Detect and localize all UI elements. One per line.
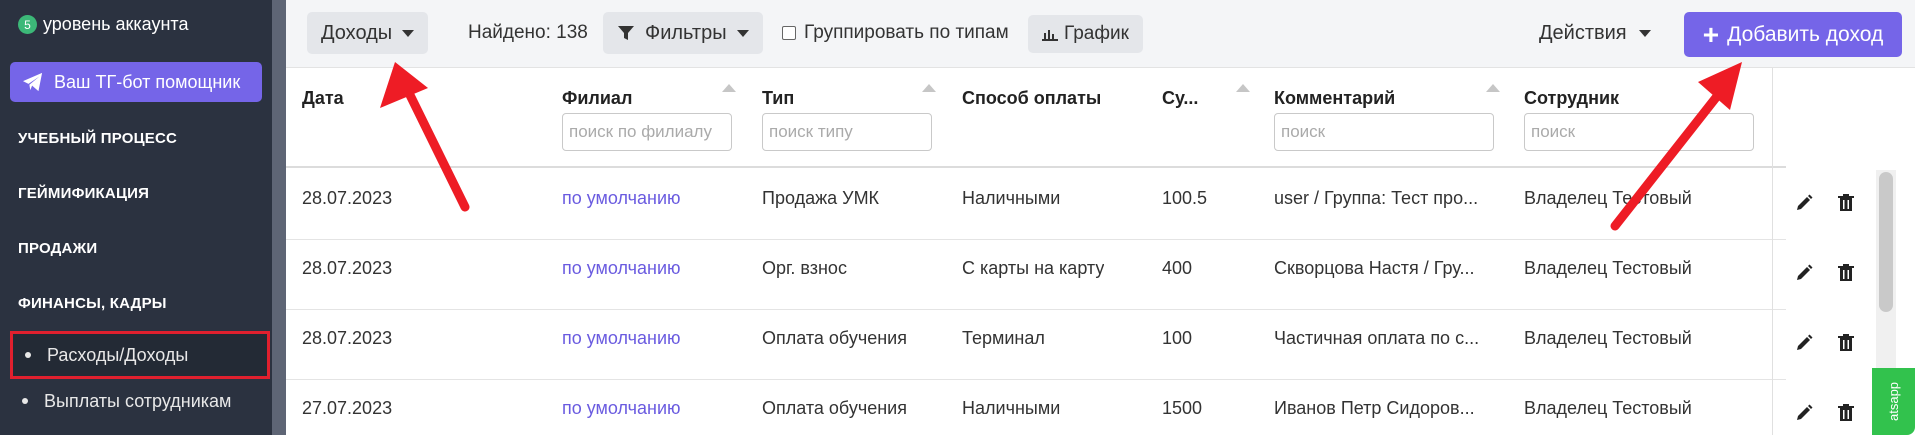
cell-date: 27.07.2023 [302,398,393,418]
cell-comment: Частичная оплата по с... [1274,328,1480,348]
branch-search-input[interactable] [562,113,732,151]
caret-down-icon [1638,30,1651,37]
caret-down-icon [736,29,749,37]
table-row[interactable]: 27.07.2023 по умолчанию Оплата обучения … [286,380,1786,435]
cell-employee: Владелец Тестовый [1524,258,1692,278]
column-type[interactable]: Тип [762,88,794,109]
account-level-label: уровень аккаунта [43,14,189,34]
filters-label: Фильтры [645,21,727,44]
cell-payment: С карты на карту [962,258,1105,278]
sidebar-section-finance[interactable]: ФИНАНСЫ, КАДРЫ [18,295,167,312]
employee-search-input[interactable] [1524,113,1754,151]
whatsapp-tab-label: atsapp [1886,381,1901,422]
cell-comment: Иванов Петр Сидоров... [1274,398,1475,418]
cell-employee: Владелец Тестовый [1524,398,1692,418]
cell-date: 28.07.2023 [302,188,393,208]
bar-chart-icon [1042,30,1058,41]
cell-type: Оплата обучения [762,328,907,348]
cell-sum: 100 [1162,328,1193,348]
trash-icon[interactable] [1836,193,1856,213]
column-sum[interactable]: Су... [1162,88,1198,109]
group-label: Группировать по типам [804,22,1009,43]
trash-icon[interactable] [1836,403,1856,423]
funnel-icon [618,26,634,40]
actions-dropdown[interactable]: Действия [1539,22,1651,45]
cell-branch-link[interactable]: по умолчанию [562,258,681,279]
table-scrollbar-thumb[interactable] [1879,172,1893,312]
cell-sum: 1500 [1162,398,1203,418]
type-select-label: Доходы [321,21,393,44]
chart-button[interactable]: График [1028,15,1143,53]
cell-type: Орг. взнос [762,258,847,278]
column-date[interactable]: Дата [302,88,344,109]
cell-date: 28.07.2023 [302,328,393,348]
pencil-icon[interactable] [1794,403,1814,423]
sidebar-section-learning[interactable]: УЧЕБНЫЙ ПРОЦЕСС [18,130,177,147]
type-search-input[interactable] [762,113,932,151]
trash-icon[interactable] [1836,263,1856,283]
sidebar-item-label: Расходы/Доходы [47,344,189,365]
group-by-type[interactable]: Группировать по типам [782,22,1009,44]
column-branch[interactable]: Филиал [562,88,632,109]
column-employee[interactable]: Сотрудник [1524,88,1619,109]
table-row[interactable]: 28.07.2023 по умолчанию Продажа УМК Нали… [286,170,1786,240]
sidebar-section-sales[interactable]: ПРОДАЖИ [18,240,97,257]
filters-button[interactable]: Фильтры [603,12,763,54]
trash-icon[interactable] [1836,333,1856,353]
cell-branch-link[interactable]: по умолчанию [562,398,681,419]
cell-branch-link[interactable]: по умолчанию [562,188,681,209]
column-payment[interactable]: Способ оплаты [962,88,1101,109]
sidebar-item-employee-payouts[interactable]: Выплаты сотрудникам [10,377,270,425]
telegram-icon [23,72,43,92]
sidebar-section-gamification[interactable]: ГЕЙМИФИКАЦИЯ [18,185,149,202]
toolbar: Доходы Найдено: 138 Фильтры Группировать… [286,0,1915,68]
sidebar: 5 уровень аккаунта Ваш ТГ-бот помощник У… [0,0,272,435]
whatsapp-tab[interactable]: atsapp [1872,368,1915,435]
tg-bot-button[interactable]: Ваш ТГ-бот помощник [10,62,262,102]
cell-type: Продажа УМК [762,188,880,208]
cell-comment: user / Группа: Тест про... [1274,188,1479,208]
chart-label: График [1064,23,1129,44]
type-select-dropdown[interactable]: Доходы [307,12,429,54]
caret-down-icon [402,29,415,37]
sort-arrow-icon[interactable] [922,84,936,92]
column-comment[interactable]: Комментарий [1274,88,1395,109]
actions-column-divider [1772,68,1773,435]
cell-sum: 400 [1162,258,1193,278]
pencil-icon[interactable] [1794,193,1814,213]
account-level[interactable]: 5 уровень аккаунта [18,14,188,35]
cell-employee: Владелец Тестовый [1524,188,1692,208]
level-badge: 5 [18,15,37,34]
group-checkbox[interactable] [782,26,796,40]
bullet-icon [22,398,28,404]
cell-payment: Терминал [962,328,1045,348]
table-row[interactable]: 28.07.2023 по умолчанию Орг. взнос С кар… [286,240,1786,310]
sidebar-item-label: Выплаты сотрудникам [44,390,232,411]
sort-arrow-icon[interactable] [722,84,736,92]
cell-type: Оплата обучения [762,398,907,418]
cell-payment: Наличными [962,188,1061,208]
pencil-icon[interactable] [1794,333,1814,353]
main-content: Доходы Найдено: 138 Фильтры Группировать… [286,0,1915,435]
cell-payment: Наличными [962,398,1061,418]
cell-employee: Владелец Тестовый [1524,328,1692,348]
sidebar-item-expenses-incomes[interactable]: Расходы/Доходы [10,331,270,379]
add-income-label: Добавить доход [1727,22,1884,46]
cell-comment: Скворцова Настя / Гру... [1274,258,1475,278]
sidebar-scrollbar[interactable] [272,0,286,435]
comment-search-input[interactable] [1274,113,1494,151]
cell-sum: 100.5 [1162,188,1208,208]
sort-arrow-icon[interactable] [1236,84,1250,92]
add-income-button[interactable]: + Добавить доход [1684,12,1902,57]
bullet-icon [25,352,31,358]
cell-branch-link[interactable]: по умолчанию [562,328,681,349]
plus-icon: + [1702,18,1720,50]
tg-bot-label: Ваш ТГ-бот помощник [54,71,241,92]
pencil-icon[interactable] [1794,263,1814,283]
cell-date: 28.07.2023 [302,258,393,278]
found-count: Найдено: 138 [468,22,588,43]
actions-label: Действия [1539,22,1627,44]
table-row[interactable]: 28.07.2023 по умолчанию Оплата обучения … [286,310,1786,380]
sort-arrow-icon[interactable] [1486,84,1500,92]
